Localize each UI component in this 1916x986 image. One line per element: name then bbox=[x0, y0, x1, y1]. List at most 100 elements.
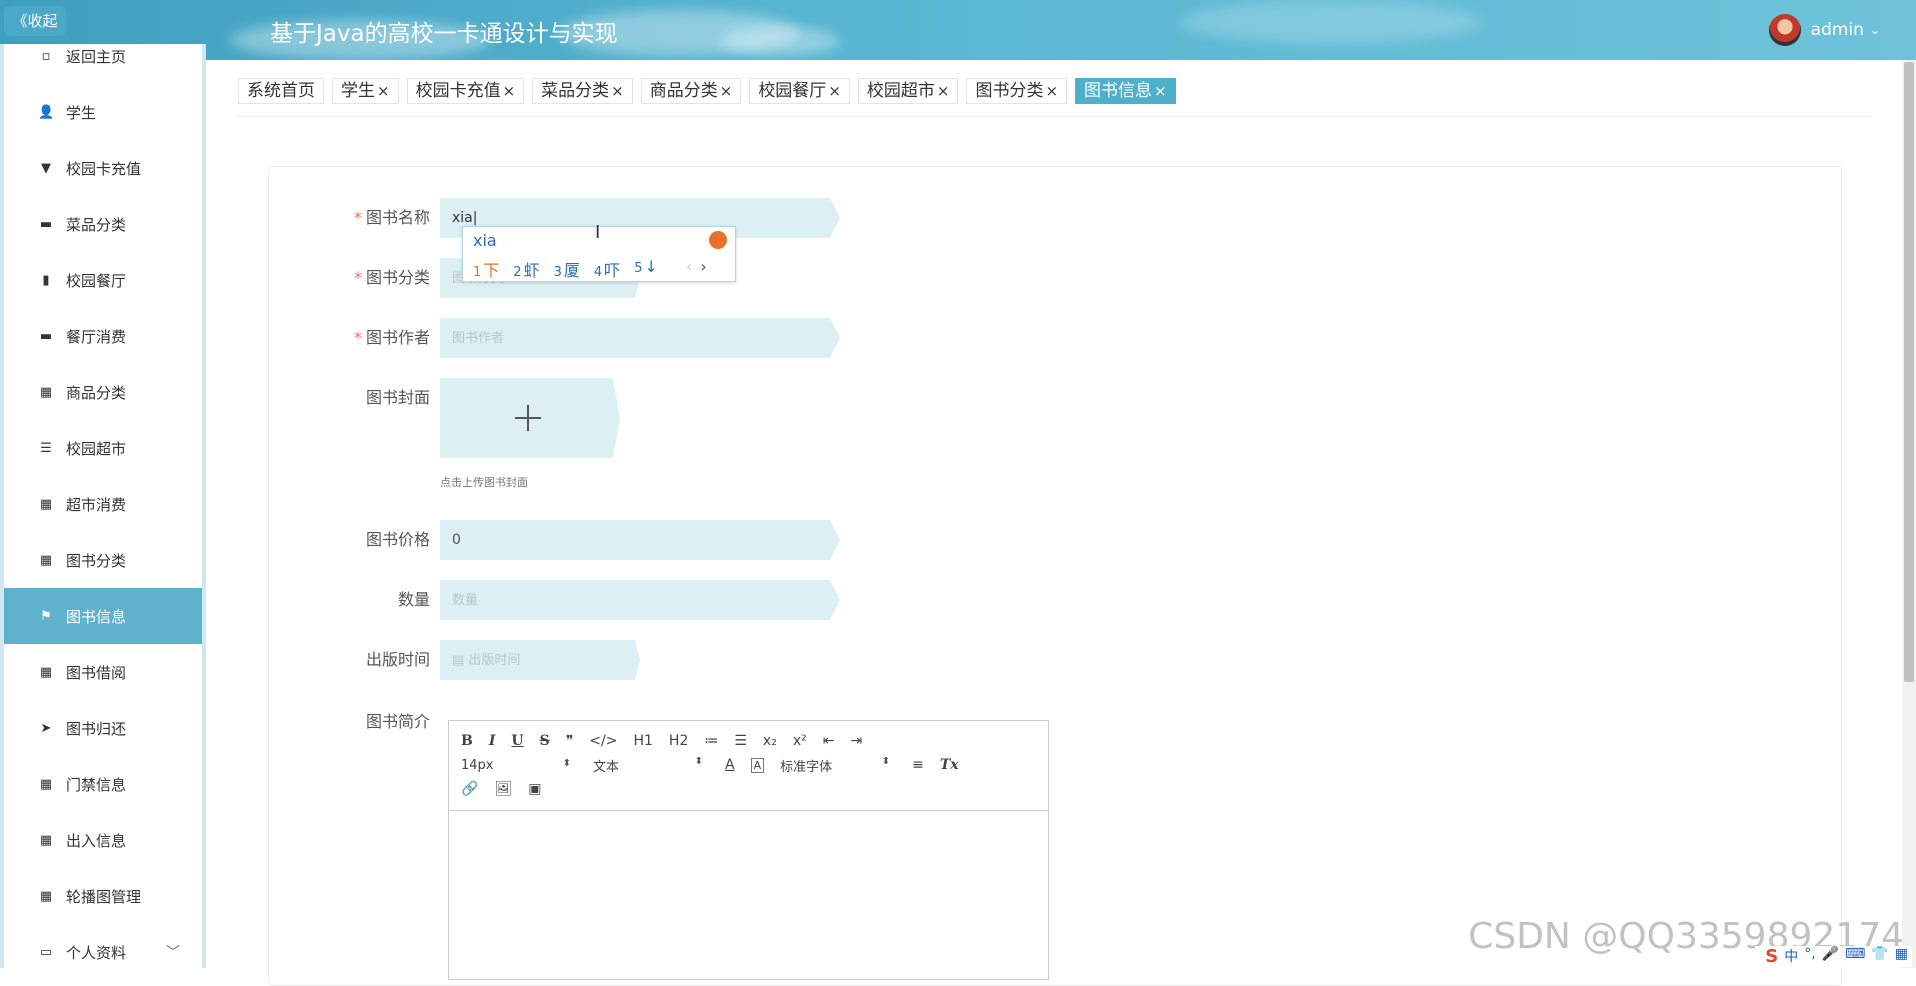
sidebar-item-11[interactable]: ▦ 图书借阅 bbox=[4, 644, 202, 700]
strike-icon[interactable]: S bbox=[540, 733, 550, 749]
ime-candidate[interactable]: 4吓 bbox=[594, 257, 620, 281]
close-icon[interactable]: × bbox=[503, 82, 516, 100]
book-price-input[interactable]: 0 bbox=[440, 520, 840, 560]
indent-icon[interactable]: ⇥ bbox=[850, 733, 862, 749]
sidebar-item-7[interactable]: ☰ 校园超市 bbox=[4, 420, 202, 476]
ime-candidate[interactable]: 3厦 bbox=[554, 257, 580, 281]
book-author-input[interactable]: 图书作者 bbox=[440, 318, 840, 358]
tab-5[interactable]: 校园餐厅 × bbox=[749, 78, 850, 104]
italic-icon[interactable]: I bbox=[489, 733, 496, 749]
sidebar-item-1[interactable]: 👤 学生 bbox=[4, 84, 202, 140]
ordered-list-icon[interactable]: ≔ bbox=[704, 733, 718, 749]
quote-icon[interactable]: ❞ bbox=[566, 733, 574, 749]
text-type-select[interactable]: 文本 ⬍ bbox=[593, 756, 703, 775]
h2-icon[interactable]: H2 bbox=[669, 733, 688, 749]
tab-8[interactable]: 图书信息 × bbox=[1075, 78, 1176, 104]
cover-upload-button[interactable] bbox=[440, 378, 620, 458]
book-name-label: * 图书名称 bbox=[353, 208, 430, 227]
editor-content[interactable] bbox=[449, 811, 1048, 979]
close-icon[interactable]: × bbox=[1154, 82, 1167, 100]
sidebar-item-13[interactable]: ▦ 门禁信息 bbox=[4, 756, 202, 812]
font-family-select[interactable]: 标准字体 ⬍ bbox=[780, 756, 890, 775]
underline-icon[interactable]: U bbox=[511, 733, 523, 749]
tab-3[interactable]: 菜品分类 × bbox=[532, 78, 633, 104]
sidebar-item-9[interactable]: ▦ 图书分类 bbox=[4, 532, 202, 588]
ime-status-item[interactable]: 👕 bbox=[1871, 946, 1888, 967]
grid-icon: ▦ bbox=[39, 552, 53, 568]
image-icon[interactable]: 🖼 bbox=[494, 781, 512, 797]
sidebar-item-16[interactable]: ▭ 个人资料 ﹀ bbox=[4, 924, 202, 968]
bullet-list-icon[interactable]: ☰ bbox=[734, 733, 747, 749]
user-menu[interactable]: admin ⌄ bbox=[1768, 14, 1880, 46]
sidebar-item-15[interactable]: ▦ 轮播图管理 bbox=[4, 868, 202, 924]
ime-status-item[interactable]: °, bbox=[1804, 946, 1815, 967]
sidebar-item-12[interactable]: ➤ 图书归还 bbox=[4, 700, 202, 756]
sidebar-item-5[interactable]: ▬ 餐厅消费 bbox=[4, 308, 202, 364]
send-icon: ➤ bbox=[40, 720, 52, 736]
sidebar-item-label: 校园超市 bbox=[66, 439, 127, 458]
tab-6[interactable]: 校园超市 × bbox=[857, 78, 959, 104]
page-scrollbar[interactable] bbox=[1902, 60, 1916, 968]
sidebar-menu: ▫ 返回主页 👤 学生 ▼ 校园卡充值 ▬ 菜品分类 ▮ 校园餐厅 ▬ 餐厅消费 ▦ 商品分类 ☰ 校园超市 ▦… bbox=[4, 44, 202, 968]
superscript-icon[interactable]: x² bbox=[793, 733, 807, 749]
sidebar-item-4[interactable]: ▮ 校园餐厅 bbox=[4, 252, 202, 308]
user-icon: 👤 bbox=[38, 104, 55, 120]
tab-2[interactable]: 校园卡充值 × bbox=[406, 78, 525, 104]
collapse-button[interactable]: 《收起 bbox=[4, 6, 66, 36]
subscript-icon[interactable]: x₂ bbox=[763, 733, 777, 749]
close-icon[interactable]: × bbox=[828, 82, 841, 100]
chevron-down-icon: ﹀ bbox=[166, 945, 180, 961]
ime-candidate[interactable]: 1下 bbox=[473, 257, 499, 281]
link-icon[interactable]: 🔗 bbox=[461, 781, 478, 797]
video-icon[interactable]: ▣ bbox=[528, 781, 541, 797]
close-icon[interactable]: × bbox=[720, 82, 733, 100]
tab-0[interactable]: 系统首页 bbox=[238, 78, 324, 104]
clear-format-icon[interactable]: Tx bbox=[940, 757, 959, 773]
ime-status-item[interactable]: 🎤 bbox=[1822, 946, 1839, 967]
background-color-icon[interactable]: A bbox=[750, 757, 765, 773]
ime-candidate[interactable]: 5 ↓ bbox=[634, 257, 658, 281]
tab-1[interactable]: 学生 × bbox=[332, 78, 399, 104]
sidebar-item-10[interactable]: ⚑ 图书信息 bbox=[4, 588, 202, 644]
sidebar-item-14[interactable]: ▦ 出入信息 bbox=[4, 812, 202, 868]
tab-4[interactable]: 商品分类 × bbox=[640, 78, 742, 104]
card-icon: ▭ bbox=[39, 944, 53, 960]
sidebar-item-2[interactable]: ▼ 校园卡充值 bbox=[4, 140, 202, 196]
align-icon[interactable]: ≡ bbox=[912, 757, 924, 773]
ime-status-item[interactable]: 中 bbox=[1784, 946, 1798, 967]
font-size-select[interactable]: 14px ⬍ bbox=[461, 758, 571, 773]
ime-status-item[interactable]: S bbox=[1765, 946, 1778, 967]
close-icon[interactable]: × bbox=[377, 82, 390, 100]
sidebar-item-8[interactable]: ▦ 超市消费 bbox=[4, 476, 202, 532]
publish-date-picker[interactable]: ▤ 出版时间 bbox=[440, 640, 640, 680]
tab-label: 菜品分类 bbox=[541, 81, 610, 101]
scrollbar-thumb[interactable] bbox=[1904, 62, 1914, 682]
ime-candidates: 1 下 2 虾 3 厦 4 吓 5 ↓ ‹ › bbox=[473, 257, 707, 281]
sidebar-item-label: 图书分类 bbox=[66, 551, 127, 570]
bold-icon[interactable]: B bbox=[461, 733, 473, 749]
avatar bbox=[1768, 14, 1801, 46]
font-color-icon[interactable]: A bbox=[725, 757, 735, 773]
ime-prev-page-icon[interactable]: ‹ bbox=[686, 257, 692, 281]
outdent-icon[interactable]: ⇤ bbox=[823, 733, 835, 749]
ime-status-item[interactable]: ⌨ bbox=[1845, 946, 1865, 967]
row-book-cover: 图书封面 点击上传图书封面 bbox=[268, 378, 620, 490]
sidebar-item-0[interactable]: ▫ 返回主页 bbox=[4, 44, 202, 84]
close-icon[interactable]: × bbox=[1045, 82, 1058, 100]
ime-candidate[interactable]: 2虾 bbox=[513, 257, 539, 281]
h1-icon[interactable]: H1 bbox=[633, 733, 652, 749]
sidebar-item-6[interactable]: ▦ 商品分类 bbox=[4, 364, 202, 420]
ime-candidate-text: 下 bbox=[483, 261, 500, 280]
close-icon[interactable]: × bbox=[611, 82, 624, 100]
ime-next-page-icon[interactable]: › bbox=[700, 257, 706, 281]
code-icon[interactable]: </> bbox=[589, 733, 617, 749]
quantity-input[interactable]: 数量 bbox=[440, 580, 840, 620]
pin-icon: ▼ bbox=[41, 160, 51, 176]
tab-7[interactable]: 图书分类 × bbox=[966, 78, 1068, 104]
sidebar-item-3[interactable]: ▬ 菜品分类 bbox=[4, 196, 202, 252]
grid-icon: ▦ bbox=[39, 496, 53, 512]
close-icon[interactable]: × bbox=[937, 82, 950, 100]
sidebar-item-label: 个人资料 bbox=[66, 943, 127, 962]
row-quantity: 数量 数量 bbox=[268, 580, 840, 620]
ime-status-item[interactable]: ▦ bbox=[1895, 946, 1908, 967]
